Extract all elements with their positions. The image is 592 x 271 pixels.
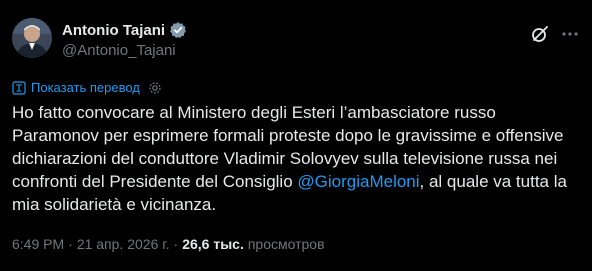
tweet-line: , al quale va tutta la xyxy=(419,172,567,191)
views-count: 26,6 тыс. xyxy=(182,236,244,252)
tweet-line: Paramonov per esprimere formali proteste… xyxy=(12,126,564,145)
more-options-icon[interactable] xyxy=(560,24,580,44)
tweet-line: dichiarazioni del conduttore Vladimir So… xyxy=(12,149,558,168)
separator: · xyxy=(173,236,179,252)
tweet-line: Ho fatto convocare al Ministero degli Es… xyxy=(12,103,496,122)
tweet-text: Ho fatto convocare al Ministero degli Es… xyxy=(12,101,580,216)
tweet-meta: 6:49 PM · 21 апр. 2026 г. · 26,6 тыс. пр… xyxy=(12,236,325,252)
tweet-line: confronti del Presidente del Consiglio xyxy=(12,172,298,191)
translate-icon xyxy=(12,80,26,95)
tweet-line: mia solidarietà e vicinanza. xyxy=(12,195,217,214)
author-display-name[interactable]: Antonio Tajani xyxy=(62,22,165,39)
tweet-header: Antonio Tajani @Antonio_Tajani xyxy=(12,18,580,66)
show-translation-label[interactable]: Показать перевод xyxy=(31,80,140,95)
avatar[interactable] xyxy=(12,18,52,58)
author-handle[interactable]: @Antonio_Tajani xyxy=(62,42,187,59)
gear-icon[interactable] xyxy=(148,81,162,95)
separator: · xyxy=(68,236,73,252)
tweet-date[interactable]: 21 апр. 2026 г. xyxy=(77,236,170,252)
mention-link[interactable]: @GiorgiaMeloni xyxy=(297,172,419,191)
grok-icon[interactable] xyxy=(530,24,550,44)
verified-badge-icon xyxy=(169,21,187,39)
views-label: просмотров xyxy=(247,236,325,252)
tweet-time[interactable]: 6:49 PM xyxy=(12,236,64,252)
show-translation-link[interactable]: Показать перевод xyxy=(12,80,162,95)
